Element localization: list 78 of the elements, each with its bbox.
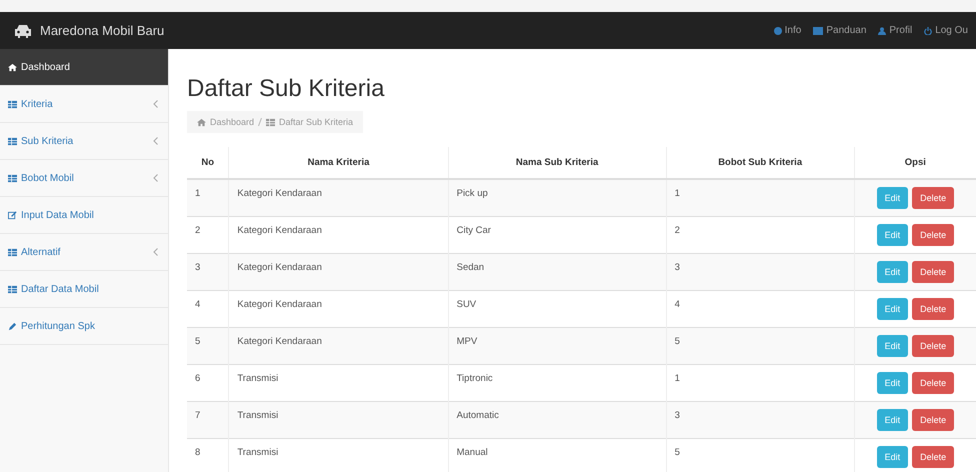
table-icon (8, 174, 17, 182)
table-cell: 3 (666, 401, 854, 438)
delete-button[interactable]: Delete (912, 298, 954, 320)
table-cell: City Car (448, 216, 666, 253)
table-cell: Kategori Kendaraan (228, 290, 448, 327)
sidebar-item[interactable]: Perhitungan Spk (0, 308, 168, 345)
edit-button[interactable]: Edit (876, 224, 908, 246)
table-cell: Sedan (448, 253, 666, 290)
table-cell: Tiptronic (448, 364, 666, 401)
table-cell: Automatic (448, 401, 666, 438)
nav-link[interactable]: Log Ou (924, 25, 968, 36)
table-icon (8, 284, 17, 294)
table-cell: 4 (187, 290, 229, 327)
table-cell: Pick up (448, 179, 666, 216)
table-cell: Kategori Kendaraan (228, 253, 448, 290)
sidebar-item[interactable]: Alternatif (0, 234, 168, 271)
delete-button[interactable]: Delete (912, 408, 954, 430)
separator-icon (258, 118, 262, 126)
table-cell: Transmisi (228, 364, 448, 401)
page-title: Daftar Sub Kriteria (187, 75, 386, 103)
home-icon (197, 118, 206, 126)
edit-icon (8, 210, 17, 220)
table-cell: 5 (666, 327, 854, 364)
edit-button[interactable]: Edit (876, 446, 908, 468)
table-cell: 4 (666, 290, 854, 327)
nav-link[interactable]: Profil (878, 25, 912, 36)
table-cell: 8 (187, 438, 229, 472)
table-icon (266, 118, 276, 126)
edit-button[interactable]: Edit (876, 372, 908, 394)
table-cell: Transmisi (228, 438, 448, 472)
table-icon (8, 248, 17, 256)
nav-link[interactable]: Info (774, 25, 802, 36)
edit-button[interactable]: Edit (876, 334, 908, 356)
nav-link[interactable]: Panduan (813, 25, 866, 36)
table-cell: 3 (666, 253, 854, 290)
table-cell: 5 (187, 327, 229, 364)
brand-title: Maredona Mobil Baru (40, 23, 164, 38)
breadcrumb-link[interactable]: Daftar Sub Kriteria (279, 117, 354, 127)
table-cell: SUV (448, 290, 666, 327)
table-cell: 1 (666, 179, 854, 216)
table-cell: 1 (666, 364, 854, 401)
pencil-icon (8, 322, 17, 330)
table-icon (8, 100, 17, 108)
edit-button[interactable]: Edit (876, 260, 908, 282)
table-cell: 5 (666, 438, 854, 472)
table-cell: 7 (187, 401, 229, 438)
sidebar-item[interactable]: Dashboard (0, 49, 168, 86)
delete-button[interactable]: Delete (912, 186, 954, 209)
power-icon (924, 26, 932, 34)
delete-button[interactable]: Delete (912, 372, 954, 394)
table-cell: 2 (666, 216, 854, 253)
delete-button[interactable]: Delete (912, 260, 954, 282)
table-cell: Manual (448, 438, 666, 472)
table-cell: Kategori Kendaraan (228, 216, 448, 253)
table-cell: Kategori Kendaraan (228, 327, 448, 364)
delete-button[interactable]: Delete (912, 446, 954, 468)
sidebar-item[interactable]: Daftar Data Mobil (0, 271, 168, 308)
table-cell: 6 (187, 364, 229, 401)
table-cell: 2 (187, 216, 229, 253)
sidebar-item[interactable]: Kriteria (0, 86, 168, 123)
sidebar-item[interactable]: Bobot Mobil (0, 160, 168, 197)
delete-button[interactable]: Delete (912, 334, 954, 356)
table-cell: 3 (187, 253, 229, 290)
edit-button[interactable]: Edit (876, 186, 908, 209)
car-icon (14, 24, 32, 38)
home-icon (8, 62, 17, 72)
sidebar-item[interactable]: Sub Kriteria (0, 123, 168, 160)
delete-button[interactable]: Delete (912, 224, 954, 246)
edit-button[interactable]: Edit (876, 408, 908, 430)
table-cell: Kategori Kendaraan (228, 179, 448, 216)
sidebar-item[interactable]: Input Data Mobil (0, 197, 168, 234)
breadcrumb-link[interactable]: Dashboard (210, 117, 254, 127)
table-cell: MPV (448, 327, 666, 364)
table-cell: 1 (187, 179, 229, 216)
edit-button[interactable]: Edit (876, 298, 908, 320)
table-cell: Transmisi (228, 401, 448, 438)
user-icon (878, 26, 886, 34)
table-icon (8, 136, 17, 146)
